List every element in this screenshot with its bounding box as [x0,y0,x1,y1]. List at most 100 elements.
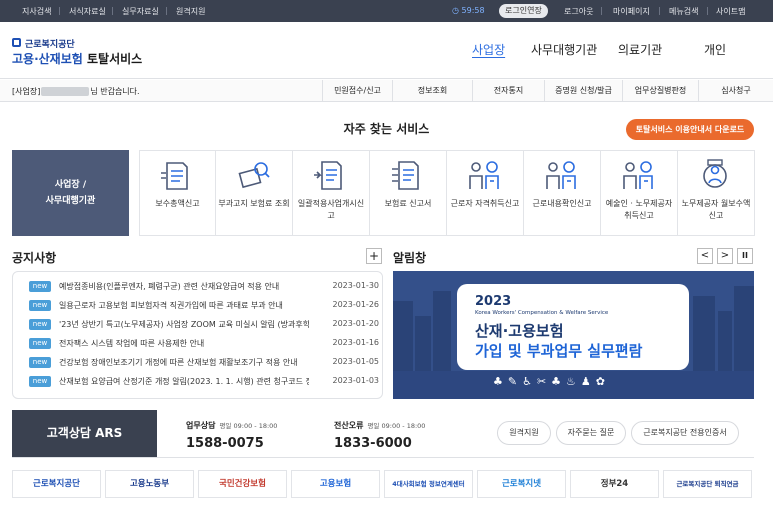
session-timer: ◷ 59:58 [452,6,485,15]
mypage-link[interactable]: 마이페이지 [613,6,650,17]
document-search-icon [238,162,270,189]
logout-link[interactable]: 로그아웃 [564,6,593,17]
notice-row[interactable]: new '23년 상반기 특고(노무제공자) 사업장 ZOOM 교육 미실시 알림… [29,319,379,331]
faq-service-label: 노무제공자 월보수액 신고 [681,199,751,220]
footer-logo-4[interactable]: 고용보험 [291,470,380,498]
nav-medical[interactable]: 의료기관 [618,41,662,58]
it-error-label: 전산오류 평일 09:00 - 18:00 [334,421,426,430]
new-badge: new [29,300,51,311]
notice-row[interactable]: new 일용근로자 고용보험 피보험자격 직권가입에 따른 과태료 부과 안내 20… [29,300,379,312]
worker-id-icon [469,161,499,189]
faq-service-label: 근로내용확인신고 [532,199,592,208]
footer-logo-6[interactable]: 근로복지넷 [477,470,566,498]
faq-button[interactable]: 자주묻는 질문 [556,421,626,445]
it-error-number[interactable]: 1833-6000 [334,436,412,451]
banner-headline-2: 가입 및 부과업무 실무편람 [475,342,643,360]
kcomwel-logo-icon [12,38,21,47]
footer-logo-1[interactable]: 근로복지공단 [12,470,101,498]
notice-row[interactable]: new 예방접종비용(인플루엔자, 폐렴구균) 관련 산재요양급여 적용 안내 20… [29,281,379,293]
banner-pause-button[interactable]: II [737,248,753,264]
faq-service-2[interactable]: 부과고지 보험료 조회 [216,150,293,236]
subnav-e-notice[interactable]: 전자통지 [472,80,544,102]
user-greeting: [사업장] 님 반갑습니다. [12,87,140,96]
faq-service-label: 보험료 신고서 [384,199,432,208]
notice-title[interactable]: 산재보험 요양급여 산정기준 개정 알림(2023. 1. 1. 시행) 관련 … [59,376,309,387]
subnav-review-claim[interactable]: 심사청구 [698,80,773,102]
faq-service-5[interactable]: 근로자 자격취득신고 [447,150,524,236]
main-header: 근로복지공단 고용·산재보험 토탈서비스 사업장 사무대행기관 의료기관 개인 [0,22,773,79]
biz-consult-number[interactable]: 1588-0075 [186,436,264,451]
subnav-disease-judgment[interactable]: 업무상질병판정 [622,80,698,102]
masked-username [41,87,90,96]
faq-service-7[interactable]: 예술인 · 노무제공자 취득신고 [601,150,678,236]
new-badge: new [29,338,51,349]
customer-ars-title: 고객상담 ARS [12,410,157,457]
faq-service-label: 일괄적용사업개시신고 [297,199,365,220]
alert-section-title: 알림창 [393,251,427,265]
footer-logo-3[interactable]: 국민건강보험 [198,470,287,498]
notice-date: 2023-01-05 [332,357,380,366]
notice-title[interactable]: 전자팩스 시스템 작업에 따른 사용제한 안내 [59,338,309,349]
notice-date: 2023-01-03 [332,376,380,385]
notice-date: 2023-01-20 [332,319,380,328]
footer-logo-5[interactable]: 4대사회보험 정보연계센터 [384,470,473,498]
remote-support-link[interactable]: 원격지원 [176,6,205,17]
footer-logo-8[interactable]: 근로복지공단 퇴직연금 [663,470,752,498]
banner-headline-1: 산재·고용보험 [475,322,564,340]
worker-id-icon [623,161,653,189]
faq-category-panel: 사업장 / 사무대행기관 [12,150,129,236]
worker-money-icon [703,159,727,188]
certificate-button[interactable]: 근로복지공단 전용인증서 [631,421,739,445]
divider [12,457,754,458]
remote-support-button[interactable]: 원격지원 [497,421,551,445]
login-extend-button[interactable]: 로그인연장 [499,4,548,18]
faq-service-8[interactable]: 노무제공자 월보수액 신고 [678,150,755,236]
menu-search-link[interactable]: 메뉴검색 [669,6,698,17]
nav-agency[interactable]: 사무대행기관 [531,41,597,58]
faq-service-label: 근로자 자격취득신고 [450,199,520,208]
sub-navigation: [사업장] 님 반갑습니다. 민원접수/신고 정보조회 전자통지 증명원 신청/발… [0,80,773,102]
new-badge: new [29,319,51,330]
branch-search-link[interactable]: 지사검색 [22,6,51,17]
banner-prev-button[interactable]: < [697,248,713,264]
notice-title[interactable]: 건강보험 장애인보조기기 개정에 따른 산재보험 재활보조기구 적용 안내 [59,357,309,368]
banner-year: 2023 [475,294,512,309]
subnav-certificate[interactable]: 증명원 신청/발급 [544,80,622,102]
faq-service-6[interactable]: 근로내용확인신고 [524,150,601,236]
alert-banner[interactable]: 2023 Korea Workers' Compensation & Welfa… [393,271,754,399]
worker-id-icon [546,161,576,189]
notice-title[interactable]: '23년 상반기 특고(노무제공자) 사업장 ZOOM 교육 미실시 알림 (방… [59,319,309,330]
notice-row[interactable]: new 건강보험 장애인보조기기 개정에 따른 산재보험 재활보조기구 적용 안내… [29,357,379,369]
notice-title[interactable]: 일용근로자 고용보험 피보험자격 직권가입에 따른 과태료 부과 안내 [59,300,309,311]
faq-service-4[interactable]: 보험료 신고서 [370,150,447,236]
practice-materials-link[interactable]: 실무자료실 [122,6,159,17]
logo-org-name[interactable]: 근로복지공단 [25,37,75,50]
forms-link[interactable]: 서식자료실 [69,6,106,17]
guide-download-button[interactable]: 토탈서비스 이용안내서 다운로드 [626,119,754,140]
notice-more-button[interactable]: + [366,248,382,264]
top-utility-bar: 지사검색 서식자료실 실무자료실 원격지원 ◷ 59:58 로그인연장 로그아웃… [0,0,773,22]
nav-personal[interactable]: 개인 [704,41,726,58]
faq-service-label: 부과고지 보험료 조회 [218,199,290,208]
notice-row[interactable]: new 산재보험 요양급여 산정기준 개정 알림(2023. 1. 1. 시행) … [29,376,379,388]
nav-business[interactable]: 사업장 [472,41,505,58]
notice-list: new 예방접종비용(인플루엔자, 폐렴구균) 관련 산재요양급여 적용 안내 20… [12,271,383,399]
logo-service-name[interactable]: 고용·산재보험 토탈서비스 [12,50,142,67]
faq-service-label: 보수총액신고 [155,199,200,208]
footer-logo-7[interactable]: 정부24 [570,470,659,498]
document-list-icon [161,162,188,190]
banner-card: 2023 Korea Workers' Compensation & Welfa… [457,284,689,370]
banner-next-button[interactable]: > [717,248,733,264]
sitemap-link[interactable]: 사이트맵 [716,6,745,17]
notice-title[interactable]: 예방접종비용(인플루엔자, 폐렴구균) 관련 산재요양급여 적용 안내 [59,281,309,292]
notice-row[interactable]: new 전자팩스 시스템 작업에 따른 사용제한 안내 2023-01-16 [29,338,379,350]
subnav-civil-report[interactable]: 민원접수/신고 [322,80,392,102]
clock-icon: ◷ [452,6,459,15]
new-badge: new [29,357,51,368]
biz-consult-label: 업무상담 평일 09:00 - 18:00 [186,421,278,430]
notice-date: 2023-01-16 [332,338,380,347]
subnav-info-inquiry[interactable]: 정보조회 [392,80,472,102]
faq-service-3[interactable]: 일괄적용사업개시신고 [293,150,370,236]
footer-logo-2[interactable]: 고용노동부 [105,470,194,498]
faq-service-1[interactable]: 보수총액신고 [139,150,216,236]
